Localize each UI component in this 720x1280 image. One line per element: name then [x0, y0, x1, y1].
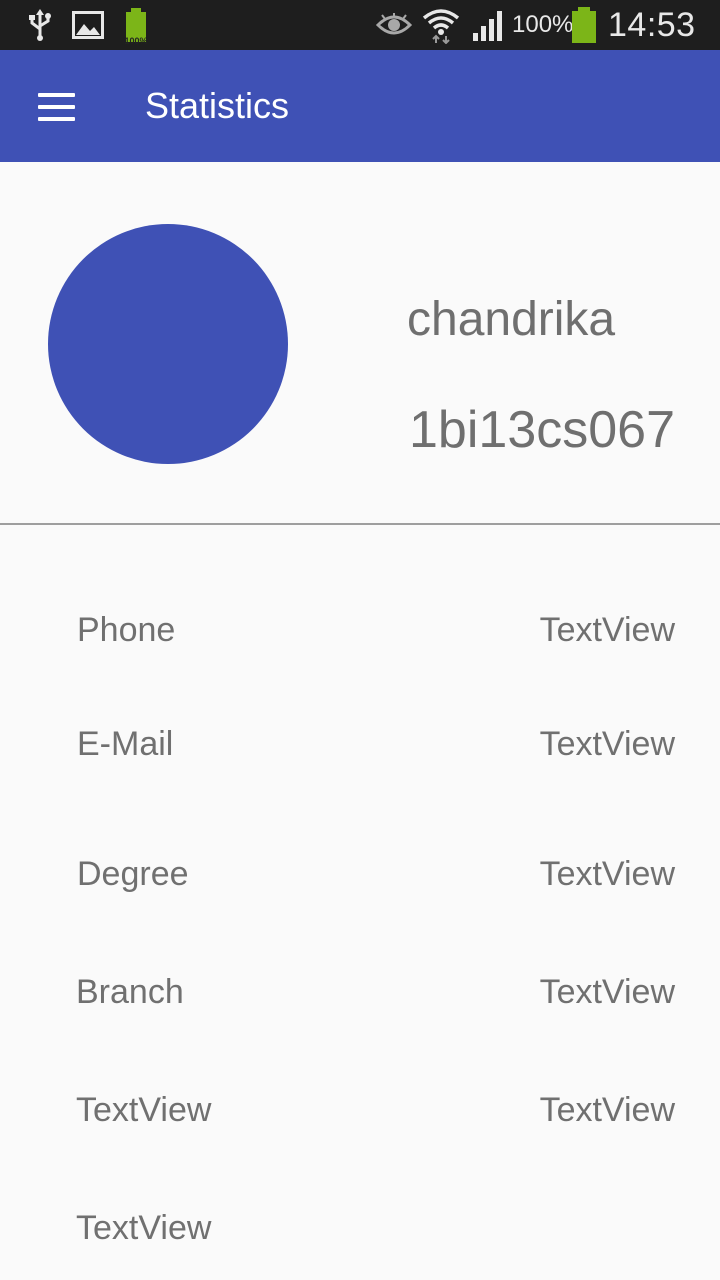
battery-icon: [570, 0, 598, 50]
image-icon: [72, 0, 104, 50]
degree-value: TextView: [539, 855, 675, 893]
hamburger-menu-icon[interactable]: [26, 79, 86, 135]
usb-icon: [28, 0, 54, 50]
signal-icon: [472, 0, 508, 50]
eye-icon: [376, 0, 412, 50]
battery-percent: 100%: [512, 11, 574, 38]
avatar: [48, 224, 288, 464]
status-bar: 100% 100% 14:53: [0, 0, 720, 50]
branch-label: Branch: [76, 973, 184, 1011]
profile-name: chandrika: [407, 293, 616, 346]
email-value: TextView: [539, 725, 675, 763]
extra-value-1: TextView: [539, 1091, 675, 1129]
wifi-icon: [422, 0, 460, 50]
branch-value: TextView: [539, 973, 675, 1011]
app-bar: Statistics: [0, 50, 720, 162]
phone-label: Phone: [77, 611, 176, 649]
profile-id: 1bi13cs067: [409, 401, 675, 459]
page-title: Statistics: [145, 85, 290, 126]
extra-label-2: TextView: [76, 1209, 212, 1247]
divider: [0, 523, 720, 525]
email-label: E-Mail: [77, 725, 174, 763]
phone-value: TextView: [539, 611, 675, 649]
degree-label: Degree: [77, 855, 189, 893]
battery-small-icon: 100%: [122, 0, 150, 50]
extra-label-1: TextView: [76, 1091, 212, 1129]
battery-small-label: 100%: [124, 36, 148, 46]
clock: 14:53: [608, 5, 696, 44]
